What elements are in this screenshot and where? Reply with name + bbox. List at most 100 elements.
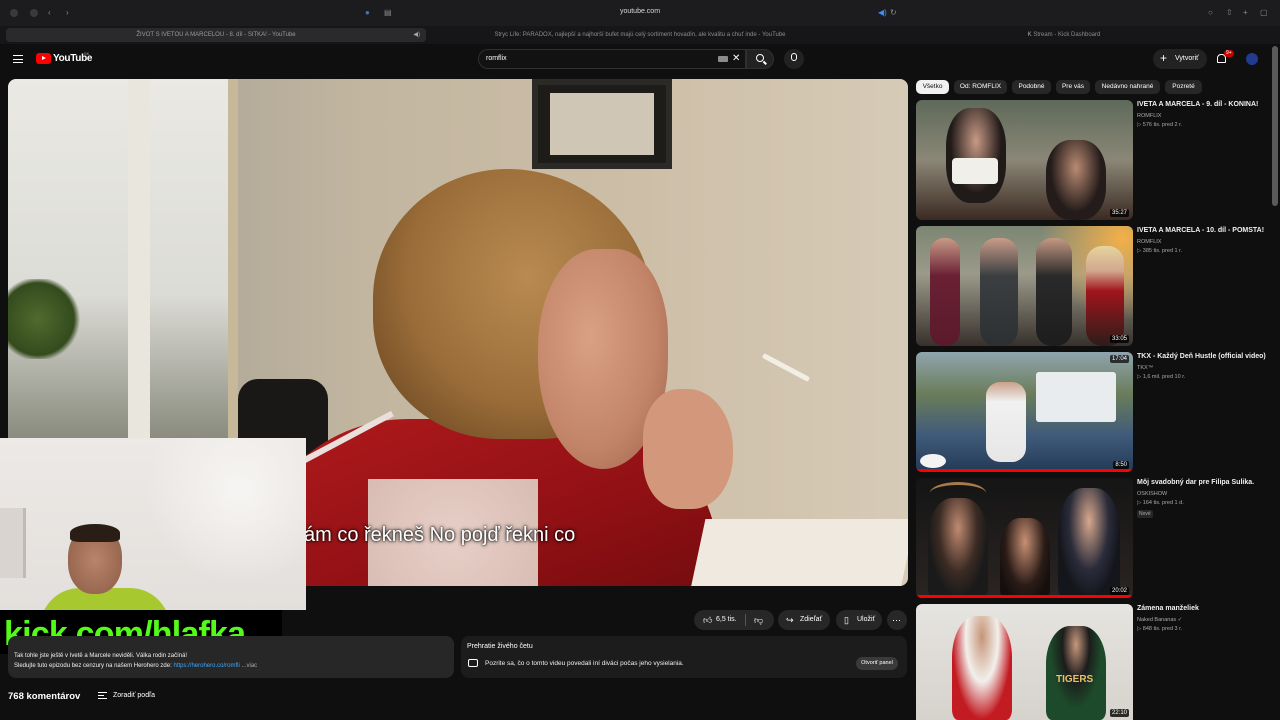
tab-title: ŽIVOT S IVETOU A MARCELOU - 8. díl - SIT… (136, 32, 296, 38)
create-button[interactable]: + Vytvoriť (1153, 49, 1207, 69)
related-title[interactable]: Zámena manželiek (1137, 605, 1199, 612)
chip-similar[interactable]: Podobné (1012, 80, 1051, 94)
tab-active[interactable]: ŽIVOT S IVETOU A MARCELOU - 8. díl - SIT… (6, 28, 426, 42)
watch-progress-bar (916, 595, 1133, 598)
thumbnail-shirt-print: TIGERS (1056, 674, 1094, 685)
voice-search-button[interactable] (784, 49, 804, 69)
audio-playing-icon[interactable]: ◀) (878, 8, 887, 17)
show-more-link[interactable]: ...viac (241, 663, 257, 669)
related-channel[interactable]: Naked Bananas ✓ (1137, 617, 1182, 623)
new-badge: Nové (1137, 510, 1153, 518)
webcam-door (0, 508, 26, 578)
save-button[interactable]: ▯ Uložiť (836, 610, 882, 630)
like-button[interactable]: 👍︎ 6,5 tis. 👎︎ (694, 610, 774, 630)
share-browser-icon[interactable]: ⇧ (1226, 8, 1233, 17)
create-label: Vytvoriť (1175, 55, 1199, 62)
thumbnail-house (1036, 372, 1116, 422)
related-channel[interactable]: ROMFLIX (1137, 239, 1161, 245)
thumbnail-figure (1046, 140, 1106, 220)
youtube-logo-icon[interactable] (36, 53, 51, 64)
description-box[interactable]: Tak tohle jste ještě v Ivetě a Marcele n… (8, 636, 454, 678)
menu-icon[interactable] (13, 55, 23, 63)
live-chat-replay: Prehratie živého četu Pozrite sa, čo o t… (461, 636, 907, 678)
keyboard-icon[interactable] (718, 56, 728, 62)
share-button[interactable]: ↪ Zdieľať (778, 610, 830, 630)
tab-third[interactable]: K Stream - Kick Dashboard (856, 28, 1272, 42)
search-icon (756, 54, 764, 62)
table (690, 519, 908, 586)
streamer-hair (70, 524, 120, 542)
tab-second[interactable]: Stryc Life: PARADOX, najlepší a najhorší… (432, 28, 848, 42)
tab-overview-icon[interactable]: ▢ (1260, 8, 1268, 17)
thumbnail-figure (1036, 238, 1072, 346)
hand (643, 389, 733, 509)
description-line-2: Sledujte tuto epizodu bez cenzury na naš… (14, 663, 257, 669)
related-meta: ▷ 576 tis. pred 2 r. (1137, 122, 1183, 128)
page-scrollbar[interactable] (1272, 46, 1278, 206)
chip-all[interactable]: Všetko (916, 80, 949, 94)
video-window-scene (8, 79, 238, 439)
related-channel[interactable]: OSKISHOW (1137, 491, 1167, 497)
avatar[interactable] (1246, 53, 1258, 65)
thumbs-down-icon[interactable]: 👎︎ (754, 610, 763, 630)
plus-icon: + (1160, 51, 1168, 65)
chat-icon (468, 659, 478, 667)
related-title[interactable]: IVETA A MARCELA - 10. díl - POMSTA! (1137, 227, 1264, 234)
related-thumbnail[interactable]: TIGERS 22:10 (916, 604, 1133, 720)
related-thumbnail[interactable]: 35:27 (916, 100, 1133, 220)
sort-icon[interactable] (98, 692, 107, 699)
related-title[interactable]: IVETA A MARCELA - 9. díl - KONINA! (1137, 101, 1258, 108)
comments-count: 768 komentárov (8, 691, 81, 702)
related-channel[interactable]: TKX™ (1137, 365, 1153, 371)
open-panel-button[interactable]: Otvoriť panel (856, 657, 898, 670)
address-bar[interactable]: youtube.com (0, 8, 1280, 15)
related-meta: ▷ 1,6 mil. pred 10 r. (1137, 374, 1186, 380)
like-count: 6,5 tis. (716, 616, 737, 623)
save-label: Uložiť (857, 616, 876, 623)
related-meta: ▷ 385 tis. pred 1 r. (1137, 248, 1183, 254)
new-tab-icon[interactable]: + (1243, 8, 1248, 17)
thumbnail-figure (1000, 518, 1050, 598)
streamer-webcam (0, 438, 306, 610)
search-value: romflix (486, 55, 507, 62)
thumbnail-figure (1086, 246, 1124, 346)
search-input[interactable]: romflix ✕ (478, 49, 746, 69)
like-divider (745, 614, 746, 626)
tab-title: Stryc Life: PARADOX, najlepší a najhorší… (494, 32, 786, 38)
more-dots-icon: ⋯ (892, 615, 901, 625)
window-frame (128, 79, 150, 439)
live-chat-text: Pozrite sa, čo o tomto videu povedali in… (485, 660, 684, 667)
related-thumbnail[interactable]: 33:05 (916, 226, 1133, 346)
clear-search-icon[interactable]: ✕ (732, 53, 740, 64)
thumbnail-collar (952, 158, 998, 184)
webcam-light (140, 438, 306, 610)
framed-picture (532, 79, 672, 169)
related-thumbnail[interactable]: 20:02 (916, 478, 1133, 598)
sort-by-button[interactable]: Zoradiť podľa (113, 692, 155, 699)
description-line-1: Tak tohle jste ještě v Ivetě a Marcele n… (14, 653, 188, 659)
related-title[interactable]: TKX - Každý Deň Hustle (official video) (1137, 353, 1266, 360)
related-thumbnail[interactable]: 17:04 8:50 (916, 352, 1133, 472)
thumbnail-figure (1046, 626, 1106, 720)
related-title[interactable]: Môj svadobný dar pre Filipa Sulika. (1137, 479, 1254, 486)
youtube-header: YouTube SK romflix ✕ + Vytvoriť 9+ (0, 44, 1280, 76)
reload-icon[interactable]: ↻ (890, 8, 897, 17)
chip-from-romflix[interactable]: Od: ROMFLIX (954, 80, 1007, 94)
herohero-link[interactable]: https://herohero.co/romfli (173, 663, 239, 669)
chip-watched[interactable]: Pozreté (1165, 80, 1202, 94)
thumbs-up-icon: 👍︎ (703, 615, 713, 625)
bookmark-icon: ▯ (844, 615, 849, 625)
browser-titlebar: ‹ › ● ▤ youtube.com ◀) ↻ ○ ⇧ + ▢ (0, 0, 1280, 26)
chip-for-you[interactable]: Pre vás (1056, 80, 1090, 94)
more-actions-button[interactable]: ⋯ (887, 610, 907, 630)
live-chat-title: Prehratie živého četu (467, 643, 533, 650)
duration-badge: 20:02 (1109, 587, 1129, 595)
chip-recently-uploaded[interactable]: Nedávno nahrané (1095, 80, 1160, 94)
description-text: Sledujte tuto epizodu bez cenzury na naš… (14, 663, 172, 669)
download-icon[interactable]: ○ (1208, 8, 1213, 17)
related-channel[interactable]: ROMFLIX (1137, 113, 1161, 119)
related-meta: ▷ 848 tis. pred 3 r. (1137, 626, 1183, 632)
duration-badge: 35:27 (1109, 209, 1129, 217)
search-button[interactable] (746, 49, 774, 69)
tab-audio-icon: ◀) (413, 32, 420, 38)
